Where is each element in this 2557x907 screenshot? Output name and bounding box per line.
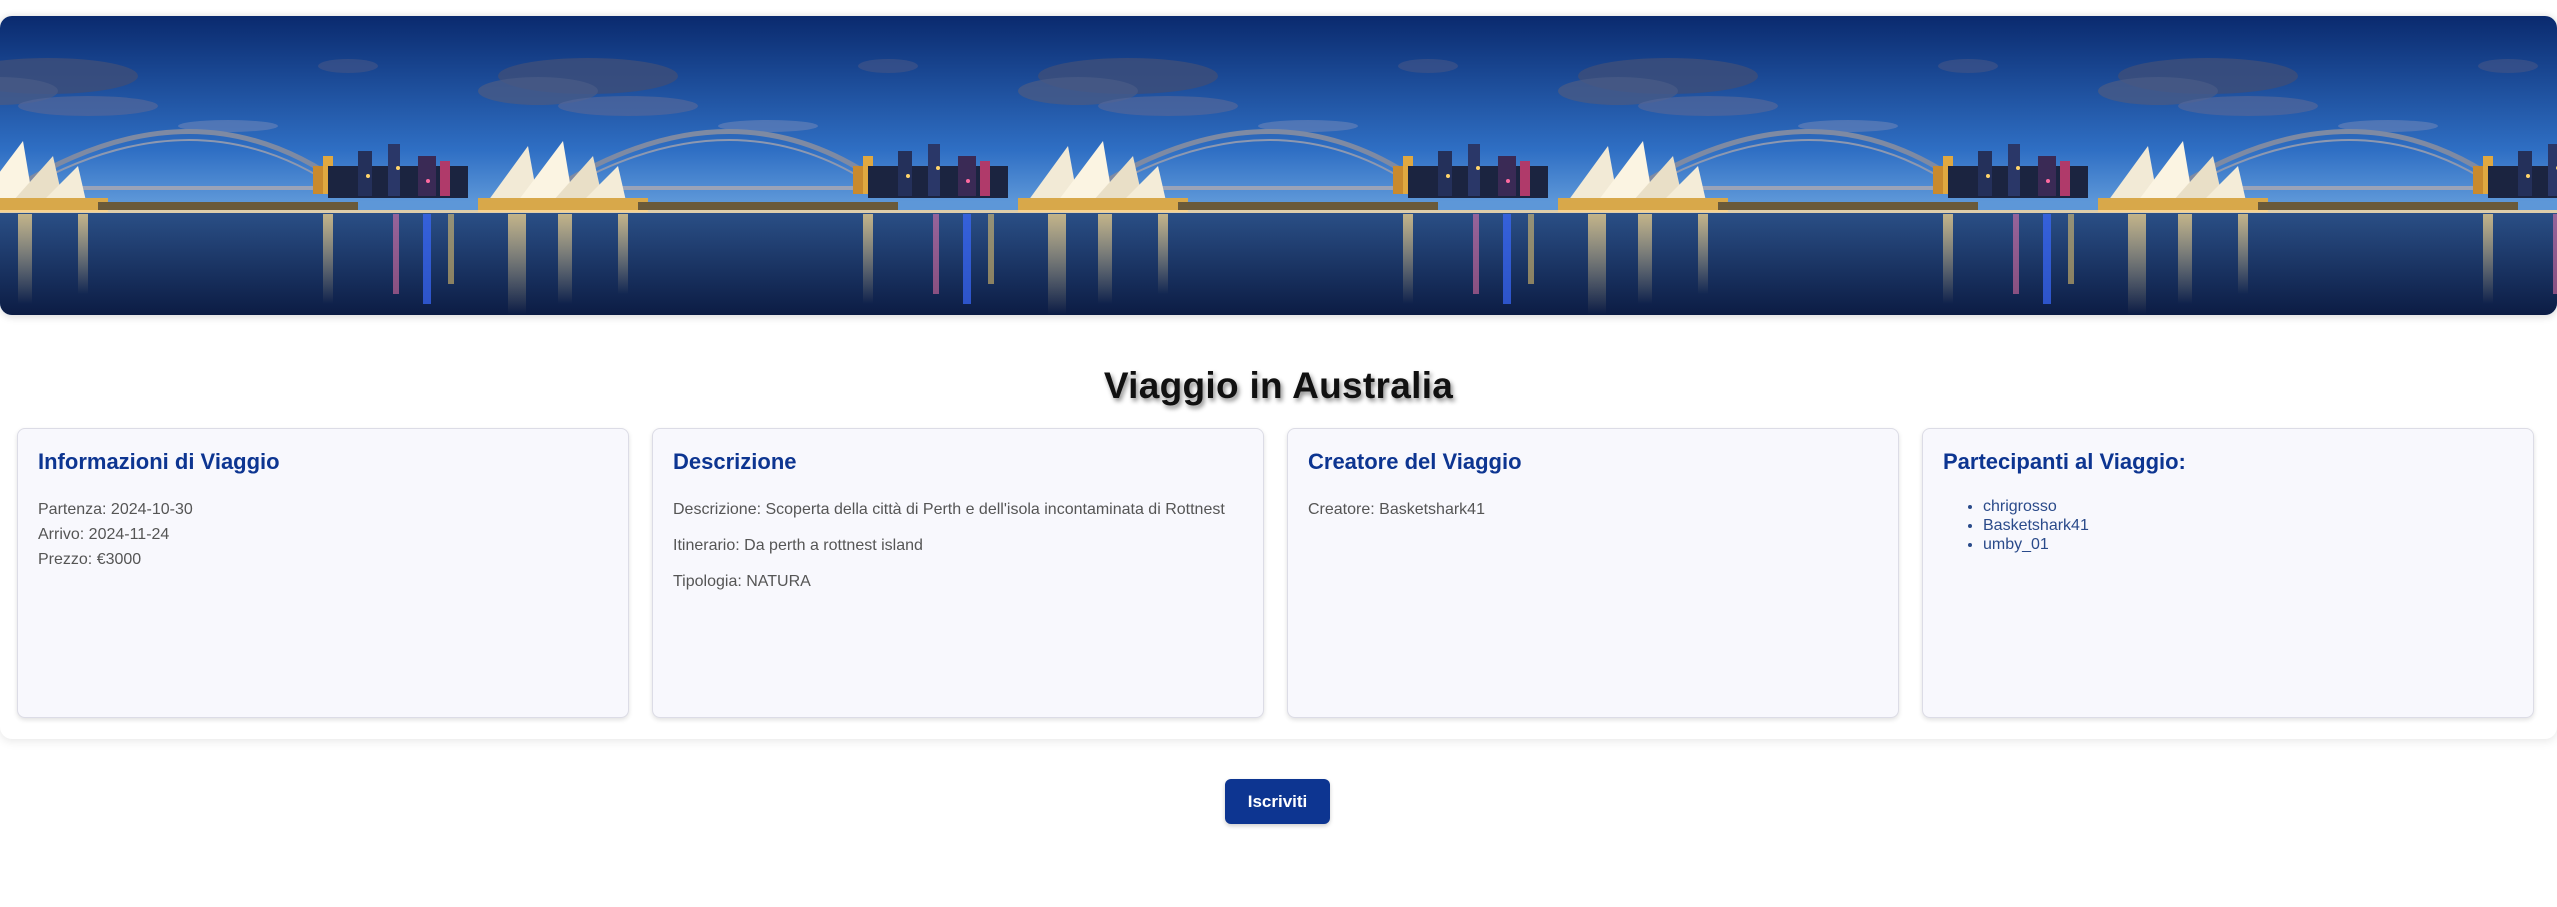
travel-info-title: Informazioni di Viaggio [38, 449, 280, 474]
creator-name: Creatore: Basketshark41 [1308, 501, 1485, 518]
description-card: Descrizione Descrizione: Scoperta della … [652, 428, 1264, 718]
description-text: Descrizione: Scoperta della città di Per… [673, 501, 1225, 518]
banner-photo [0, 16, 468, 315]
participants-list: chrigrosso Basketshark41 umby_01 [1943, 497, 2513, 554]
participants-card: Partecipanti al Viaggio: chrigrosso Bask… [1922, 428, 2534, 718]
description-title: Descrizione [673, 449, 797, 474]
participant-item: chrigrosso [1983, 497, 2513, 516]
creator-title: Creatore del Viaggio [1308, 449, 1522, 474]
type-text: Tipologia: NATURA [673, 573, 811, 590]
departure-date: Partenza: 2024-10-30 [38, 501, 193, 518]
creator-card: Creatore del Viaggio Creatore: Basketsha… [1287, 428, 1899, 718]
itinerary-text: Itinerario: Da perth a rottnest island [673, 537, 923, 554]
trip-banner [0, 16, 2557, 315]
participant-item: Basketshark41 [1983, 516, 2513, 535]
page-title: Viaggio in Australia [1103, 364, 1454, 406]
participants-title: Partecipanti al Viaggio: [1943, 449, 2186, 474]
banner-photo [2088, 16, 2557, 315]
banner-photo [1548, 16, 2088, 315]
banner-photo [1008, 16, 1548, 315]
participant-item: umby_01 [1983, 535, 2513, 554]
arrival-date: Arrivo: 2024-11-24 [38, 526, 170, 543]
travel-info-card: Informazioni di Viaggio Partenza: 2024-1… [17, 428, 629, 718]
price: Prezzo: €3000 [38, 551, 142, 568]
subscribe-button[interactable]: Iscriviti [1225, 779, 1330, 824]
banner-photo [468, 16, 1008, 315]
